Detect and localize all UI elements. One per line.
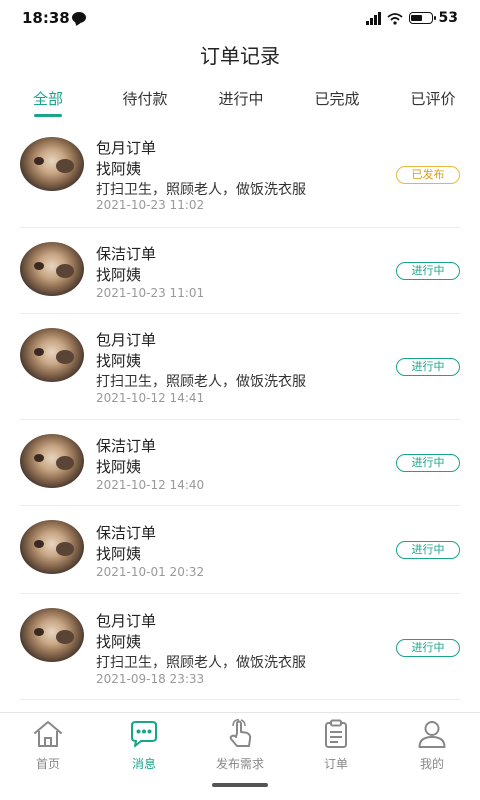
- order-time: 2021-10-23 11:01: [96, 286, 205, 300]
- nav-label: 发布需求: [215, 757, 264, 771]
- order-item[interactable]: 包月订单 找阿姨 打扫卫生，照顾老人，做饭洗衣服 2021-10-23 11:0…: [20, 124, 460, 228]
- status-badge: 进行中: [396, 454, 460, 472]
- order-subtitle: 找阿姨: [96, 352, 142, 370]
- battery-level: 53: [438, 10, 458, 26]
- status-badge: 已发布: [396, 166, 460, 184]
- clipboard-icon: [325, 719, 347, 748]
- nav-orders[interactable]: 订单: [288, 717, 384, 771]
- order-item[interactable]: 保洁订单 找阿姨 2021-10-23 11:01 进行中: [20, 228, 460, 314]
- nav-label: 订单: [323, 757, 348, 771]
- nav-publish[interactable]: 发布需求: [192, 717, 288, 771]
- order-title: 包月订单: [96, 612, 157, 630]
- nav-label: 消息: [131, 757, 156, 771]
- avatar: [20, 242, 84, 296]
- nav-home[interactable]: 首页: [0, 717, 96, 771]
- bottom-nav: 首页 消息 发布需求 订单 我的: [0, 712, 480, 772]
- tab-completed[interactable]: 已完成: [314, 88, 359, 109]
- avatar: [20, 434, 84, 488]
- signal-icon: [366, 11, 381, 25]
- order-time: 2021-09-18 23:33: [96, 672, 205, 686]
- order-time: 2021-10-12 14:40: [96, 478, 205, 492]
- order-title: 保洁订单: [96, 245, 157, 263]
- avatar: [20, 520, 84, 574]
- order-time: 2021-10-23 11:02: [96, 198, 205, 212]
- order-title: 包月订单: [96, 139, 157, 157]
- status-badge: 进行中: [396, 358, 460, 376]
- order-item[interactable]: 保洁订单 找阿姨 2021-10-01 20:32 进行中: [20, 506, 460, 594]
- nav-profile[interactable]: 我的: [384, 717, 480, 771]
- nav-label: 首页: [35, 757, 60, 771]
- home-indicator: [212, 783, 268, 787]
- order-description: 打扫卫生，照顾老人，做饭洗衣服: [96, 182, 306, 198]
- order-item[interactable]: 包月订单 找阿姨 打扫卫生，照顾老人，做饭洗衣服 2021-09-18 23:3…: [20, 594, 460, 700]
- order-item[interactable]: 包月订单 找阿姨 打扫卫生，照顾老人，做饭洗衣服 2021-10-12 14:4…: [20, 314, 460, 420]
- avatar: [20, 137, 84, 191]
- order-time: 2021-10-12 14:41: [96, 391, 205, 405]
- status-time: 18:38: [22, 9, 70, 27]
- status-badge: 进行中: [396, 639, 460, 657]
- tab-reviewed[interactable]: 已评价: [410, 88, 455, 109]
- order-time: 2021-10-01 20:32: [96, 565, 205, 579]
- battery-icon: [408, 12, 436, 24]
- nav-label: 我的: [419, 757, 444, 771]
- tab-all[interactable]: 全部: [33, 88, 63, 109]
- page-title: 订单记录: [200, 44, 280, 68]
- avatar: [20, 328, 84, 382]
- order-item[interactable]: 保洁订单 找阿姨 2021-10-12 14:40 进行中: [20, 420, 460, 506]
- chat-notification-icon: [72, 12, 86, 23]
- active-tab-indicator: [34, 114, 62, 117]
- tab-in-progress[interactable]: 进行中: [218, 88, 263, 109]
- order-subtitle: 找阿姨: [96, 160, 142, 178]
- hand-tap-icon: [229, 718, 252, 747]
- status-bar: 18:38 53: [0, 0, 480, 38]
- nav-messages[interactable]: 消息: [96, 717, 192, 771]
- home-icon: [34, 721, 62, 747]
- order-subtitle: 找阿姨: [96, 266, 142, 284]
- wifi-icon: [386, 12, 403, 25]
- order-description: 打扫卫生，照顾老人，做饭洗衣服: [96, 374, 306, 390]
- tab-bar: 全部 待付款 进行中 已完成 已评价: [0, 88, 480, 118]
- order-title: 保洁订单: [96, 524, 157, 542]
- order-description: 打扫卫生，照顾老人，做饭洗衣服: [96, 655, 306, 671]
- order-subtitle: 找阿姨: [96, 545, 142, 563]
- order-subtitle: 找阿姨: [96, 458, 142, 476]
- order-title: 包月订单: [96, 331, 157, 349]
- message-icon: [131, 721, 157, 747]
- status-indicators: 53: [366, 10, 458, 26]
- user-icon: [418, 721, 446, 748]
- status-badge: 进行中: [396, 541, 460, 559]
- order-subtitle: 找阿姨: [96, 633, 142, 651]
- order-title: 保洁订单: [96, 437, 157, 455]
- status-badge: 进行中: [396, 262, 460, 280]
- avatar: [20, 608, 84, 662]
- tab-pending-payment[interactable]: 待付款: [122, 88, 167, 109]
